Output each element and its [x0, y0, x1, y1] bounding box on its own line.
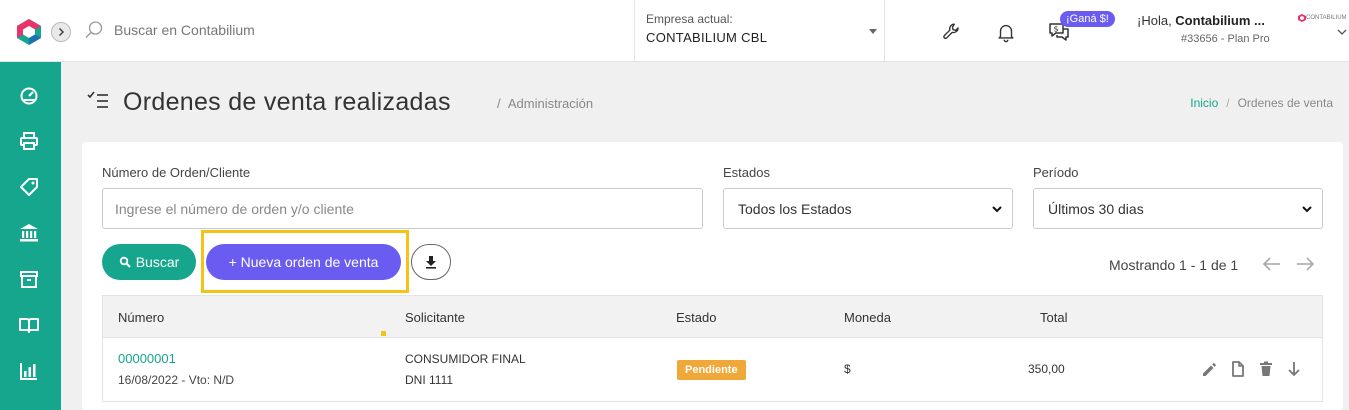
sidebar: [0, 62, 61, 410]
column-header[interactable]: Estado: [676, 310, 716, 325]
breadcrumb-home[interactable]: Inicio: [1190, 96, 1218, 110]
search-icon: [85, 21, 103, 38]
company-name: CONTABILIUM CBL: [646, 30, 768, 45]
column-header[interactable]: Moneda: [844, 310, 891, 325]
table-row: 00000001 16/08/2022 - Vto: N/D CONSUMIDO…: [102, 338, 1323, 402]
printer-icon[interactable]: [18, 130, 40, 152]
arrow-down-icon[interactable]: [1285, 360, 1303, 378]
column-header[interactable]: Solicitante: [405, 310, 465, 325]
box-icon[interactable]: [18, 268, 40, 290]
new-order-button[interactable]: + Nueva orden de venta: [206, 244, 401, 280]
top-bar: Empresa actual: CONTABILIUM CBL $ ¡Ganá …: [0, 0, 1349, 62]
contabilium-logo[interactable]: [15, 18, 43, 46]
search-icon: [119, 256, 131, 268]
user-name: Contabilium ...: [1175, 13, 1265, 28]
period-select-value: Últimos 30 dias: [1048, 200, 1144, 217]
chevron-down-icon: [992, 206, 1002, 213]
order-date: 16/08/2022 - Vto: N/D: [118, 373, 235, 387]
currency: $: [844, 362, 851, 376]
bank-icon[interactable]: [18, 222, 40, 244]
orders-card: Número de Orden/Cliente Estados Todos lo…: [82, 142, 1343, 410]
user-menu[interactable]: ¡Hola, Contabilium ... #33656 - Plan Pro: [1137, 13, 1270, 45]
company-selector[interactable]: Empresa actual: CONTABILIUM CBL: [634, 0, 885, 62]
svg-text:$: $: [1054, 25, 1059, 34]
chevron-right-icon: [58, 27, 65, 37]
book-icon[interactable]: [18, 314, 40, 336]
breadcrumb-separator: /: [1226, 96, 1230, 110]
company-logo-text: CONTABILIUM: [1306, 15, 1347, 21]
user-greeting: ¡Hola, Contabilium ...: [1137, 13, 1265, 28]
status-select[interactable]: Todos los Estados: [723, 188, 1013, 229]
search-button[interactable]: Buscar: [102, 244, 196, 280]
user-plan: #33656 - Plan Pro: [1181, 33, 1270, 45]
row-actions: [1201, 360, 1303, 378]
page-section: / Administración: [497, 96, 594, 111]
client-name: CONSUMIDOR FINAL: [405, 352, 526, 366]
copy-icon[interactable]: [1229, 360, 1247, 378]
pagination-info: Mostrando 1 - 1 de 1: [1109, 257, 1239, 273]
sidebar-toggle-button[interactable]: [51, 22, 71, 42]
breadcrumb: Inicio / Ordenes de venta: [1190, 96, 1333, 110]
order-filter-label: Número de Orden/Cliente: [102, 165, 251, 180]
arrow-right-icon[interactable]: [1295, 256, 1315, 272]
company-logo: CONTABILIUM: [1298, 14, 1347, 22]
arrow-left-icon[interactable]: [1262, 256, 1282, 272]
download-icon: [426, 256, 436, 269]
dashboard-icon[interactable]: [18, 84, 40, 106]
bell-icon[interactable]: [994, 20, 1018, 44]
company-label: Empresa actual:: [646, 12, 733, 26]
column-header[interactable]: Total: [1040, 310, 1067, 325]
download-button[interactable]: [411, 244, 451, 280]
chevron-down-icon[interactable]: [1337, 28, 1347, 36]
page-title: Ordenes de venta realizadas: [123, 88, 451, 116]
order-search-input[interactable]: [102, 188, 703, 229]
list-check-icon: [87, 91, 108, 108]
status-select-value: Todos los Estados: [738, 200, 852, 217]
edit-icon[interactable]: [1201, 360, 1219, 378]
marker: [381, 331, 386, 336]
total: 350,00: [1028, 362, 1065, 376]
search-button-label: Buscar: [135, 254, 180, 270]
table-header: Número Solicitante Estado Moneda Total: [102, 295, 1323, 338]
client-doc: DNI 1111: [405, 373, 454, 387]
tag-icon[interactable]: [18, 176, 40, 198]
chart-icon[interactable]: [18, 360, 40, 382]
column-header[interactable]: Número: [118, 310, 164, 325]
caret-down-icon: [869, 29, 877, 34]
promo-badge[interactable]: ¡Ganá $!: [1060, 11, 1115, 27]
order-number-link[interactable]: 00000001: [118, 351, 176, 366]
status-filter-label: Estados: [723, 165, 770, 180]
status-badge: Pendiente: [677, 360, 746, 380]
wrench-icon[interactable]: [940, 20, 964, 44]
delete-icon[interactable]: [1257, 360, 1275, 378]
breadcrumb-current: Ordenes de venta: [1237, 96, 1333, 110]
global-search-input[interactable]: [114, 22, 414, 38]
chevron-down-icon: [1302, 206, 1312, 213]
period-select[interactable]: Últimos 30 dias: [1033, 188, 1323, 229]
period-filter-label: Período: [1033, 165, 1079, 180]
global-search: [84, 20, 414, 40]
